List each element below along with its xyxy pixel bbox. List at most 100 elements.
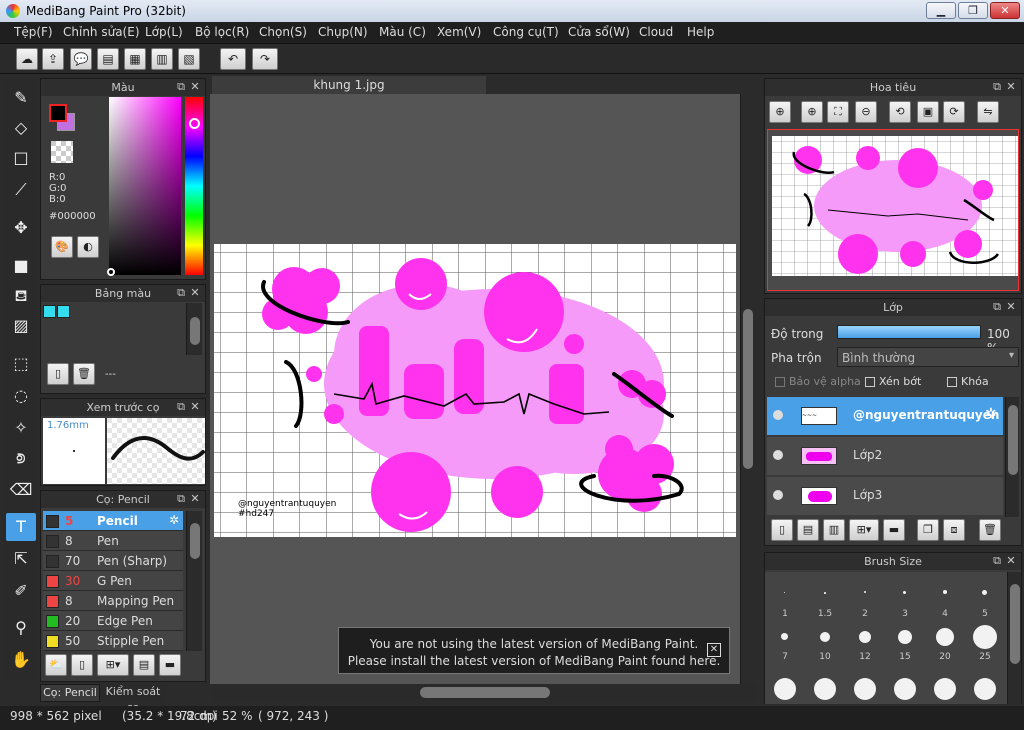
navigator-preview[interactable] — [767, 129, 1019, 291]
popout-icon[interactable]: ⧉ — [175, 401, 187, 413]
size-cell[interactable]: 1.5 — [805, 572, 845, 622]
close-panel-icon[interactable]: ✕ — [1005, 301, 1017, 313]
palette-swatch[interactable] — [57, 305, 70, 318]
layer-item[interactable]: Lớp3 — [767, 477, 1003, 515]
close-panel-icon[interactable]: ✕ — [1005, 555, 1017, 567]
size-cell[interactable]: 1 — [765, 572, 805, 622]
minimize-button[interactable]: ▁ — [926, 2, 956, 19]
size-cell[interactable]: 25 — [965, 622, 1005, 668]
brush-tool-icon[interactable]: ✎ — [6, 84, 36, 112]
new-palette-icon[interactable]: ▯ — [47, 363, 69, 385]
add-layer-dropdown-icon[interactable]: ⊞▾ — [849, 519, 879, 541]
menu-color[interactable]: Màu (C) — [379, 25, 426, 39]
palette-icon[interactable]: 🎨 — [51, 236, 73, 258]
undo-icon[interactable]: ↶ — [220, 48, 246, 70]
comment-icon[interactable]: 💬 — [70, 48, 92, 70]
close-panel-icon[interactable]: ✕ — [189, 287, 201, 299]
close-panel-icon[interactable]: ✕ — [189, 401, 201, 413]
fill-rect-tool-icon[interactable]: ■ — [6, 252, 36, 280]
popout-icon[interactable]: ⧉ — [991, 301, 1003, 313]
redo-icon[interactable]: ↷ — [252, 48, 278, 70]
primary-color-swatch[interactable] — [49, 104, 67, 122]
size-cell[interactable]: 20 — [925, 622, 965, 668]
merge-layer-icon[interactable]: ⧈ — [943, 519, 965, 541]
saturation-value-field[interactable] — [109, 97, 181, 275]
eye-icon[interactable] — [773, 450, 783, 460]
brush-size-scrollbar[interactable] — [1007, 572, 1021, 704]
move-tool-icon[interactable]: ✥ — [6, 214, 36, 242]
brush-settings-icon[interactable]: ▤ — [133, 654, 155, 676]
menu-tools[interactable]: Công cụ(T) — [493, 25, 559, 39]
menu-filter[interactable]: Bộ lọc(R) — [195, 25, 249, 39]
cloud-icon[interactable]: ☁ — [16, 48, 38, 70]
canvas-vscroll[interactable] — [740, 94, 754, 684]
menu-file[interactable]: Tệp(F) — [14, 25, 53, 39]
operation-tool-icon[interactable]: ⇱ — [6, 545, 36, 573]
color-picker-icon[interactable]: ◐ — [77, 236, 99, 258]
layer-item-selected[interactable]: ~~~ @nguyentrantuquyen ✲ — [767, 397, 1003, 435]
update-notice[interactable]: You are not using the latest version of … — [338, 627, 730, 674]
layer-item[interactable]: Lớp2 — [767, 437, 1003, 475]
duplicate-layer-icon[interactable]: ❐ — [917, 519, 939, 541]
transparent-color-swatch[interactable] — [51, 141, 73, 163]
hue-cursor[interactable] — [189, 118, 200, 129]
zoom-in-small-icon[interactable]: ⊕ — [801, 101, 823, 123]
eraser-tool-icon[interactable]: ◇ — [6, 114, 36, 142]
close-notice-icon[interactable]: ✕ — [707, 643, 721, 657]
select-eraser-tool-icon[interactable]: ⌫ — [6, 476, 36, 504]
flip-icon[interactable]: ⇋ — [977, 101, 999, 123]
lasso-tool-icon[interactable]: ◌ — [6, 382, 36, 410]
dot-brush-tool-icon[interactable]: ⟋ — [6, 176, 36, 204]
size-cell[interactable]: 7 — [765, 622, 805, 668]
popout-icon[interactable]: ⧉ — [991, 555, 1003, 567]
eye-icon[interactable] — [773, 410, 783, 420]
tab-brush[interactable]: Cọ: Pencil — [40, 684, 100, 702]
maximize-button[interactable]: ❐ — [958, 2, 988, 19]
rectangle-select-tool-icon[interactable]: □ — [6, 144, 36, 172]
zoom-out-icon[interactable]: ⊖ — [855, 101, 877, 123]
layer-folder-icon[interactable]: ▬ — [883, 519, 905, 541]
tab-brush-control[interactable]: Kiểm soát cọ — [100, 684, 166, 714]
add-brush-dropdown-icon[interactable]: ⊞▾ — [97, 654, 129, 676]
popout-icon[interactable]: ⧉ — [175, 287, 187, 299]
size-cell[interactable]: 2 — [845, 572, 885, 622]
add-brush-cloud-icon[interactable]: ⛅ — [45, 654, 67, 676]
share-icon[interactable]: ⇪ — [42, 48, 64, 70]
layer-scrollbar[interactable] — [1005, 397, 1019, 517]
brush-item-g-pen[interactable]: 30 G Pen — [43, 571, 183, 591]
close-panel-icon[interactable]: ✕ — [189, 81, 201, 93]
select-pen-tool-icon[interactable]: ⟄ — [6, 444, 36, 472]
close-panel-icon[interactable]: ✕ — [189, 493, 201, 505]
hand-tool-icon[interactable]: ✋ — [6, 646, 36, 674]
text-tool-icon[interactable]: T — [6, 513, 36, 541]
blend-mode-select[interactable]: Bình thường ▾ — [837, 347, 1019, 367]
canvas-area[interactable]: @nguyentrantuquyen #hd247 — [210, 94, 754, 684]
popout-icon[interactable]: ⧉ — [175, 493, 187, 505]
menu-cloud[interactable]: Cloud — [639, 25, 673, 39]
menu-layer[interactable]: Lớp(L) — [145, 25, 183, 39]
zoom-in-icon[interactable]: ⊕ — [769, 101, 791, 123]
trash-icon[interactable]: 🗑 — [979, 519, 1001, 541]
document-tab[interactable]: khung 1.jpg — [212, 76, 486, 94]
brush-item-mapping-pen[interactable]: 8 Mapping Pen — [43, 591, 183, 611]
popout-icon[interactable]: ⧉ — [175, 81, 187, 93]
fit-icon[interactable]: ⛶ — [827, 101, 849, 123]
panel-icon[interactable]: ▧ — [178, 48, 200, 70]
size-cell[interactable]: 15 — [885, 622, 925, 668]
rotate-left-icon[interactable]: ⟲ — [889, 101, 911, 123]
popout-icon[interactable]: ⧉ — [991, 81, 1003, 93]
new-1bit-layer-icon[interactable]: ▥ — [823, 519, 845, 541]
menu-edit[interactable]: Chỉnh sửa(E) — [63, 25, 140, 39]
brush-item-pen-sharp[interactable]: 70 Pen (Sharp) — [43, 551, 183, 571]
palette-swatch[interactable] — [43, 305, 56, 318]
sv-cursor[interactable] — [107, 268, 115, 276]
speech-icon[interactable]: ▤ — [97, 48, 119, 70]
canvas-hscroll[interactable] — [212, 684, 757, 700]
marquee-tool-icon[interactable]: ⬚ — [6, 350, 36, 378]
gradient-tool-icon[interactable]: ▨ — [6, 312, 36, 340]
clipping-checkbox[interactable] — [865, 377, 875, 387]
brush-item-pen[interactable]: 8 Pen — [43, 531, 183, 551]
menu-select[interactable]: Chọn(S) — [259, 25, 307, 39]
grid-icon[interactable]: ▥ — [151, 48, 173, 70]
size-cell[interactable]: 4 — [925, 572, 965, 622]
